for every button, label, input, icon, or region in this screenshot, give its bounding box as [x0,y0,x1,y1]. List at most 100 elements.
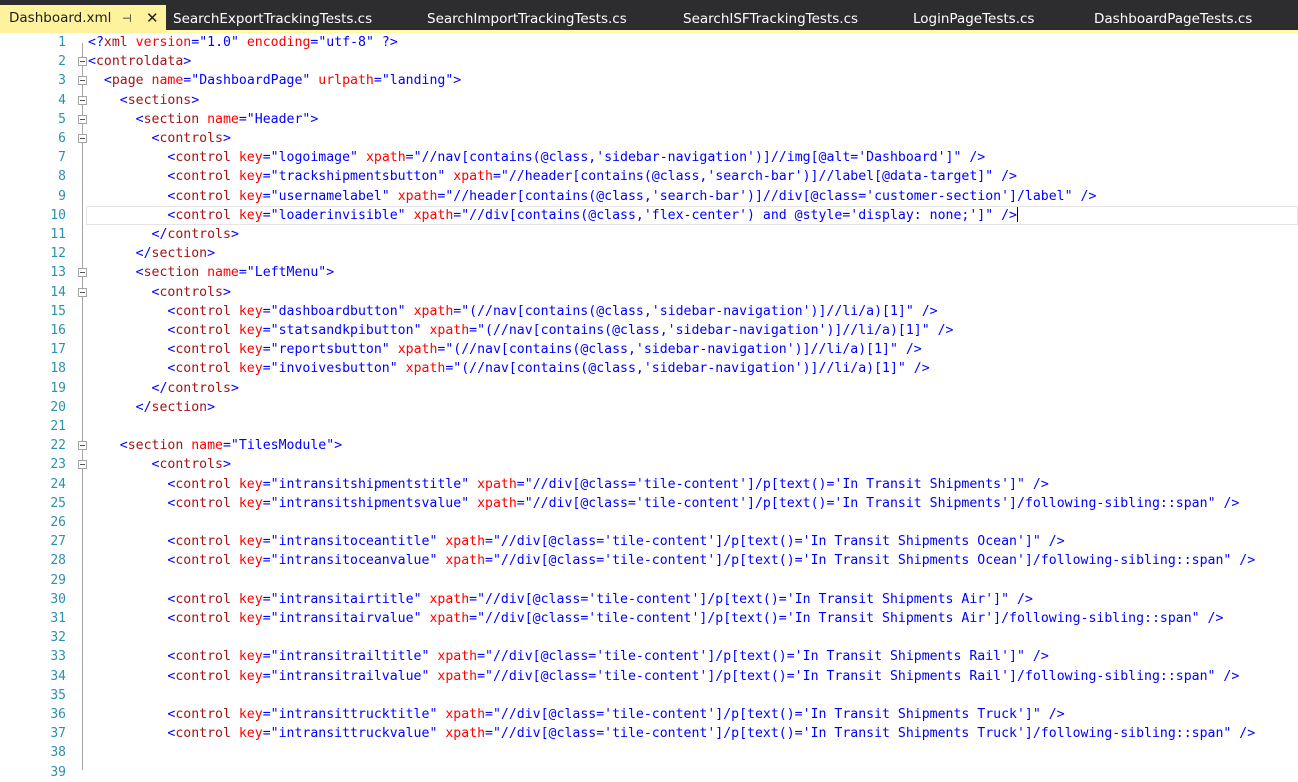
code-token: controls [159,457,223,473]
code-text: <control key="intransitshipmentstitle" x… [88,475,1048,494]
code-line[interactable]: 15 <control key="dashboardbutton" xpath=… [0,302,1298,321]
tab-label: SearchImportTrackingTests.cs [427,11,627,27]
code-line[interactable]: 29 [0,571,1298,590]
tab-label: Dashboard.xml [9,10,112,26]
code-line[interactable]: 27 <control key="intransitoceantitle" xp… [0,532,1298,551]
code-token: < [88,726,176,742]
code-line[interactable]: 18 <control key="invoivesbutton" xpath="… [0,359,1298,378]
line-number: 11 [50,227,66,242]
code-token: " /> [897,361,930,377]
code-line[interactable]: 32 [0,628,1298,647]
code-line[interactable]: 14 <controls> [0,283,1298,302]
code-token: " /> [1064,188,1097,204]
code-line[interactable]: 23 <controls> [0,455,1298,474]
code-token: " [365,35,374,50]
code-text: <controls> [88,455,231,474]
code-line[interactable]: 2 <controldata> [0,52,1298,71]
code-text: <control key="dashboardbutton" xpath="(/… [88,302,937,321]
pin-icon[interactable]: ⊣ [122,5,132,32]
code-token: dashboardbutton [278,303,398,319]
tab-dashboard-page-tests[interactable]: DashboardPageTests.cs [1094,6,1252,33]
code-token: control [175,591,231,607]
code-line[interactable]: 12 </section> [0,244,1298,263]
collapse-toggle-icon[interactable] [78,134,87,143]
code-line[interactable]: 4 <sections> [0,91,1298,110]
collapse-toggle-icon[interactable] [78,114,87,124]
tab-login-page-tests[interactable]: LoginPageTests.cs [913,6,1034,33]
line-number: 29 [50,572,66,588]
code-text: </controls> [88,379,239,398]
code-line[interactable]: 6 <controls> [0,129,1298,148]
code-token: xpath [405,303,454,319]
collapse-toggle-icon[interactable] [78,57,87,67]
code-line[interactable]: 37 <control key="intransittruckvalue" xp… [0,724,1298,743]
code-token: < [88,707,176,722]
tab-search-export-tracking-tests[interactable]: SearchExportTrackingTests.cs [173,6,372,33]
code-line[interactable]: 19 </controls> [0,379,1298,398]
code-line[interactable]: 34 <control key="intransitrailvalue" xpa… [0,667,1298,686]
code-text: <?xml version="1.0" encoding="utf-8" ?> [88,33,398,52]
code-token: xpath [421,611,470,626]
code-line[interactable]: 7 <control key="logoimage" xpath="//nav[… [0,148,1298,167]
code-line[interactable]: 36 <control key="intransittrucktitle" xp… [0,705,1298,724]
code-line[interactable]: 24 <control key="intransitshipmentstitle… [0,475,1298,494]
code-token: =" [469,323,486,338]
collapse-toggle-icon[interactable] [78,95,87,105]
line-number: 34 [50,668,66,684]
code-line[interactable]: 16 <control key="statsandkpibutton" xpat… [0,321,1298,340]
code-line[interactable]: 21 [0,417,1298,436]
code-line[interactable]: 10 <control key="loaderinvisible" xpath=… [0,205,1298,225]
line-number: 3 [58,73,66,89]
code-line[interactable]: 17 <control key="reportsbutton" xpath="(… [0,340,1298,359]
code-line[interactable]: 8 <control key="trackshipmentsbutton" xp… [0,167,1298,186]
code-token: intransitairvalue [278,611,414,626]
code-token: utf-8 [326,35,366,50]
code-token: key [230,150,263,166]
code-token: key [230,668,263,684]
collapse-toggle-icon[interactable] [78,76,87,86]
collapse-toggle-icon[interactable] [78,268,87,278]
code-line[interactable]: 9 <control key="usernamelabel" xpath="//… [0,187,1298,206]
code-line[interactable]: 25 <control key="intransitshipmentsvalue… [0,494,1298,513]
code-line[interactable]: 3 <page name="DashboardPage" urlpath="la… [0,71,1298,90]
code-line[interactable]: 28 <control key="intransitoceanvalue" xp… [0,551,1298,570]
code-token: key [230,495,263,511]
code-token: section [151,246,208,262]
code-token: "> [445,73,462,89]
code-line[interactable]: 38 [0,743,1298,762]
code-line[interactable]: 26 [0,513,1298,532]
code-line[interactable]: 33 <control key="intransitrailtitle" xpa… [0,647,1298,666]
code-line[interactable]: 1 <?xml version="1.0" encoding="utf-8" ?> [0,33,1298,52]
code-line[interactable]: 20 </section> [0,398,1298,417]
code-token: =" [453,303,470,319]
line-number: 20 [50,399,66,415]
code-line[interactable]: 31 <control key="intransitairvalue" xpat… [0,609,1298,628]
code-token: xml [103,35,128,50]
collapse-toggle-icon[interactable] [78,441,87,451]
code-line[interactable]: 30 <control key="intransitairtitle" xpat… [0,590,1298,609]
tab-search-import-tracking-tests[interactable]: SearchImportTrackingTests.cs [427,6,627,33]
code-line[interactable]: 11 </controls> [0,225,1298,244]
code-token: section [151,399,208,415]
code-token: control [175,534,231,550]
code-token: =" [445,361,462,377]
code-token: key [230,591,263,607]
code-token: > [191,92,200,108]
code-token: control [175,361,231,377]
collapse-toggle-icon[interactable] [78,460,87,470]
code-line[interactable]: 5 <section name="Header"> [0,110,1298,129]
tab-dashboard-xml[interactable]: Dashboard.xml ⊣ ✕ [0,5,166,33]
code-token: version [127,35,192,50]
close-icon[interactable]: ✕ [146,5,159,32]
code-token: controls [159,131,223,146]
code-line[interactable]: 13 <section name="LeftMenu"> [0,263,1298,282]
code-line[interactable]: 39 [0,763,1298,782]
code-line[interactable]: 22 <section name="TilesModule"> [0,436,1298,455]
tab-search-isf-tracking-tests[interactable]: SearchISFTrackingTests.cs [683,6,858,33]
code-token: =" [262,668,279,684]
line-number: 23 [50,457,66,473]
code-token: key [230,534,263,550]
collapse-toggle-icon[interactable] [78,287,87,297]
code-token: (//nav[contains(@class,'sidebar-navigati… [461,361,898,377]
code-line[interactable]: 35 [0,686,1298,705]
